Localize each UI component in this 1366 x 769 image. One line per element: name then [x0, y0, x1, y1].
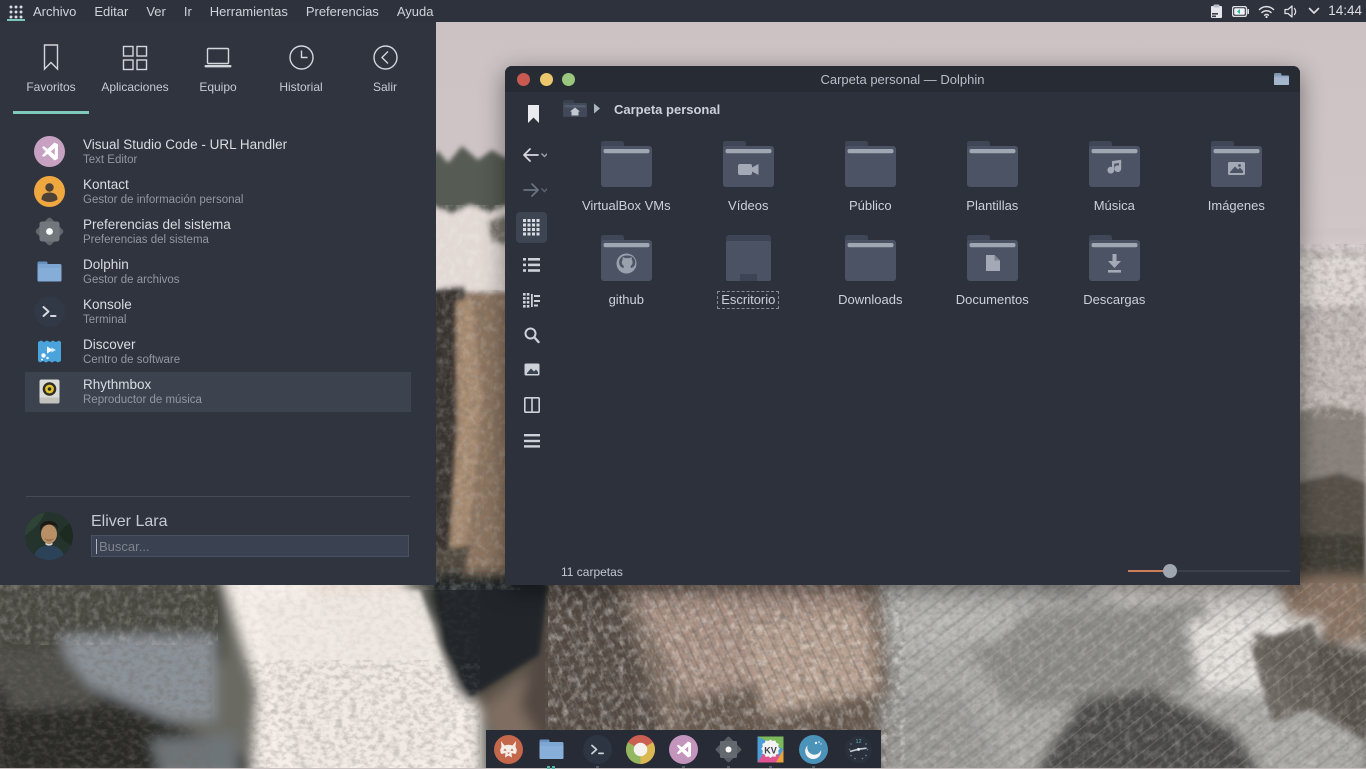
svg-text:12: 12: [855, 739, 861, 745]
svg-text:KV: KV: [764, 746, 777, 756]
